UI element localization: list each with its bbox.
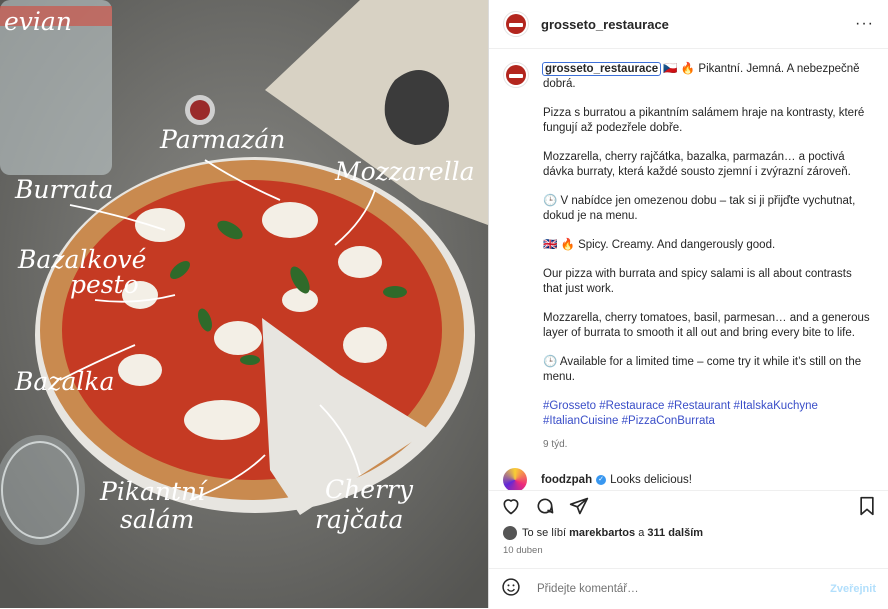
caption-paragraph: Available for a limited time – come try … <box>543 356 862 383</box>
post-header: grosseto_restaurace ··· <box>489 0 888 49</box>
avatar[interactable] <box>503 11 529 37</box>
hashtags[interactable]: #Grosseto #Restaurace #Restaurant #Itals… <box>543 399 870 429</box>
likes-count[interactable]: 311 dalším <box>647 527 703 539</box>
label-salam-1: Pikantní <box>99 477 208 506</box>
post-comment-button[interactable]: Zveřejnit <box>830 583 876 595</box>
fire-icon: 🔥 <box>680 63 696 75</box>
likes-joiner: a <box>638 527 645 539</box>
caption-paragraph: V nabídce jen omezenou dobu – tak si ji … <box>543 195 856 222</box>
comment-item: foodzpah ✓ Looks delicious! <box>503 468 870 490</box>
fire-icon: 🔥 <box>560 239 575 251</box>
label-mozzarella: Mozzarella <box>334 157 475 186</box>
caption-paragraph: Mozzarella, cherry tomatoes, basil, parm… <box>543 312 870 339</box>
verified-badge-icon: ✓ <box>596 475 607 485</box>
label-bazalka: Bazalka <box>14 367 114 396</box>
label-cherry-2: rajčata <box>315 505 403 534</box>
restaurant-logo-icon <box>506 65 526 85</box>
restaurant-logo-icon <box>506 14 526 34</box>
post-photo[interactable]: evian Burrata Parmazán Mozzarella Bazalk… <box>0 0 488 608</box>
heart-icon[interactable] <box>501 496 521 516</box>
clock-icon: 🕒 <box>543 195 558 207</box>
comment-input[interactable] <box>535 582 831 596</box>
header-username[interactable]: grosseto_restaurace <box>541 17 669 32</box>
flag-uk-icon: 🇬🇧 <box>543 239 558 251</box>
label-cherry-1: Cherry <box>325 475 414 504</box>
comments-scroll-area[interactable]: grosseto_restaurace 🇨🇿 🔥 Pikantní. Jemná… <box>489 48 888 490</box>
comment-icon[interactable] <box>535 496 555 516</box>
avatar <box>503 526 517 540</box>
bookmark-icon[interactable] <box>858 496 876 516</box>
caption-paragraph: Mozzarella, cherry rajčátka, bazalka, pa… <box>543 151 851 178</box>
label-salam-2: salám <box>120 505 194 534</box>
post-age: 9 týd. <box>543 439 568 450</box>
likes-summary[interactable]: To se líbí marekbartos a 311 dalším <box>503 526 703 540</box>
bottle-label-text: evian <box>4 7 72 36</box>
logo-silhouette <box>384 70 449 145</box>
post-caption: grosseto_restaurace 🇨🇿 🔥 Pikantní. Jemná… <box>503 62 870 452</box>
emoji-icon[interactable] <box>501 577 521 602</box>
likes-user[interactable]: marekbartos <box>569 527 635 539</box>
label-burrata: Burrata <box>14 175 113 204</box>
avatar[interactable] <box>503 62 529 88</box>
likes-prefix: To se líbí <box>522 527 567 539</box>
post-date: 10 duben <box>503 545 543 556</box>
caption-paragraph: Pizza s burratou a pikantním salámem hra… <box>543 107 865 134</box>
flag-cz-icon: 🇨🇿 <box>663 63 678 75</box>
clock-icon: 🕒 <box>543 356 558 368</box>
label-pesto-2: pesto <box>70 270 139 299</box>
caption-username[interactable]: grosseto_restaurace <box>541 62 662 76</box>
caption-paragraph: Our pizza with burrata and spicy salami … <box>543 268 852 295</box>
comment-username[interactable]: foodzpah <box>541 474 592 486</box>
share-icon[interactable] <box>569 496 589 516</box>
label-parmazan: Parmazán <box>159 125 285 154</box>
more-options-icon[interactable]: ··· <box>855 15 874 33</box>
avatar[interactable] <box>503 468 527 490</box>
comment-composer: Zveřejnit <box>489 568 888 609</box>
comment-text: Looks delicious! <box>610 474 692 486</box>
action-bar <box>489 490 888 521</box>
caption-paragraph: Spicy. Creamy. And dangerously good. <box>578 239 776 251</box>
post-details-panel: grosseto_restaurace ··· grosseto_restaur… <box>488 0 888 608</box>
